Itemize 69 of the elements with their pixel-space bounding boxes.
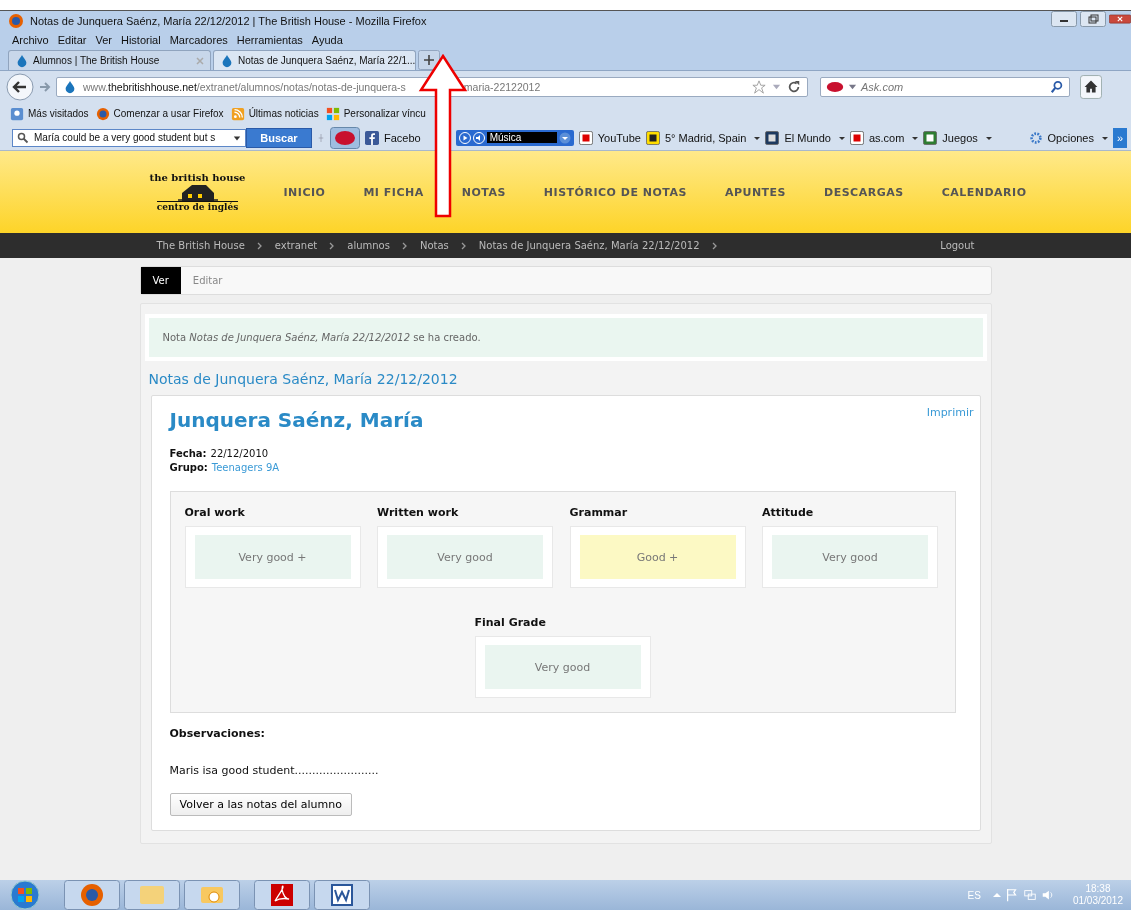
station-name: Música <box>486 132 557 143</box>
back-button[interactable]: Volver a las notas del alumno <box>169 793 352 816</box>
toolbar-link[interactable]: Facebo <box>384 131 421 144</box>
menu-item[interactable]: Historial <box>120 33 161 46</box>
toolbar-link[interactable]: as.com <box>868 131 905 144</box>
toolbar-link[interactable]: El Mundo <box>784 131 831 144</box>
toolbar-link[interactable]: Juegos <box>942 131 978 144</box>
bookmark-link[interactable]: Comenzar a usar Firefox <box>113 108 224 119</box>
grade-value: Good + <box>579 535 736 579</box>
page-tab[interactable]: Ver <box>140 267 181 294</box>
grade-label: Grammar <box>569 506 629 519</box>
search-value: María could be a very good student but s <box>34 132 217 143</box>
search-placeholder: Ask.com <box>861 80 904 93</box>
grade-value: Very good <box>772 535 928 579</box>
options-menu[interactable]: Opciones <box>1047 131 1094 144</box>
site-logo[interactable]: the british house centro de inglés <box>151 172 244 212</box>
breadcrumb-link[interactable]: Notas de Junquera Saénz, María 22/12/2012 <box>478 240 700 251</box>
logout-link[interactable]: Logout <box>940 240 975 251</box>
grade-value: Very good <box>484 645 641 689</box>
url-text: maria-22122012 <box>463 80 541 93</box>
menu-item[interactable]: Archivo <box>12 33 49 46</box>
window-title: Notas de Junquera Saénz, María 22/12/2012 | The British House - Mozilla Firefox <box>30 15 427 27</box>
page-tab[interactable]: Editar <box>180 267 235 294</box>
bookmark-link[interactable]: Últimas noticias <box>248 108 319 119</box>
bookmark-link[interactable]: Más visitados <box>28 108 89 119</box>
toolbar-link[interactable]: 5° Madrid, Spain <box>664 131 747 144</box>
observations-label: Observaciones: <box>169 727 266 740</box>
status-message: Nota Notas de Junquera Saénz, María 22/12/2012 se ha creado. <box>148 318 983 357</box>
browser-tab[interactable]: Alumnos | The British House <box>8 50 211 70</box>
grade-label: Written work <box>377 506 460 519</box>
nav-link[interactable]: CALENDARIO <box>941 185 1027 199</box>
search-field[interactable]: Ask.com <box>820 76 1070 97</box>
url-text: www.thebritishhouse.net/extranet/alumnos/notas/notas-de-junquera-s <box>83 80 406 93</box>
address-bar[interactable]: www.thebritishhouse.net/extranet/alumnos/notas/notas-de-junquera-s maria-22122012 <box>56 76 808 97</box>
menu-item[interactable]: Herramientas <box>236 33 303 46</box>
nav-link[interactable]: INICIO <box>283 185 326 199</box>
menu-item[interactable]: Marcadores <box>169 33 228 46</box>
grade-label: Attitude <box>762 506 815 519</box>
observations-text: Maris isa good student........................ <box>169 764 380 777</box>
breadcrumb-link[interactable]: alumnos <box>347 240 390 251</box>
menu-item[interactable]: Ayuda <box>311 33 343 46</box>
tab-label: Alumnos | The British House <box>33 55 161 66</box>
student-name: Junquera Saénz, María <box>169 408 424 432</box>
nav-link[interactable]: HISTÓRICO DE NOTAS <box>543 185 687 199</box>
grade-value: Very good <box>387 535 543 579</box>
more-button[interactable]: » <box>1113 127 1127 148</box>
grade-value: Very good + <box>194 535 351 579</box>
breadcrumb-link[interactable]: Notas <box>419 240 449 251</box>
grade-label: Oral work <box>184 506 246 519</box>
tab-label: Notas de Junquera Saénz, María 22/1... <box>238 55 416 66</box>
bookmark-link[interactable]: Personalizar víncu <box>343 108 426 119</box>
menu-item[interactable]: Ver <box>95 33 112 46</box>
toolbar-search-field[interactable]: María could be a very good student but s <box>12 128 246 147</box>
nav-link[interactable]: APUNTES <box>724 185 787 199</box>
radio-player[interactable]: Música <box>455 129 574 146</box>
menu-item[interactable]: Editar <box>57 33 87 46</box>
nav-link[interactable]: MI FICHA <box>363 185 424 199</box>
field-label: Fecha: <box>169 448 207 459</box>
field-value: 22/12/2010 <box>210 448 269 459</box>
browser-tab[interactable]: Notas de Junquera Saénz, María 22/1... <box>213 50 416 70</box>
nav-link[interactable]: DESCARGAS <box>824 185 904 199</box>
breadcrumb-link[interactable]: The British House <box>156 240 245 251</box>
search-button[interactable]: Buscar <box>246 127 312 148</box>
page-heading: Notas de Junquera Saénz, María 22/12/2012 <box>148 371 459 387</box>
nav-link[interactable]: NOTAS <box>461 185 506 199</box>
toolbar-link[interactable]: YouTube <box>597 131 641 144</box>
field-label: Grupo: <box>169 462 208 473</box>
grade-label: Final Grade <box>474 616 547 629</box>
breadcrumb-link[interactable]: extranet <box>274 240 318 251</box>
